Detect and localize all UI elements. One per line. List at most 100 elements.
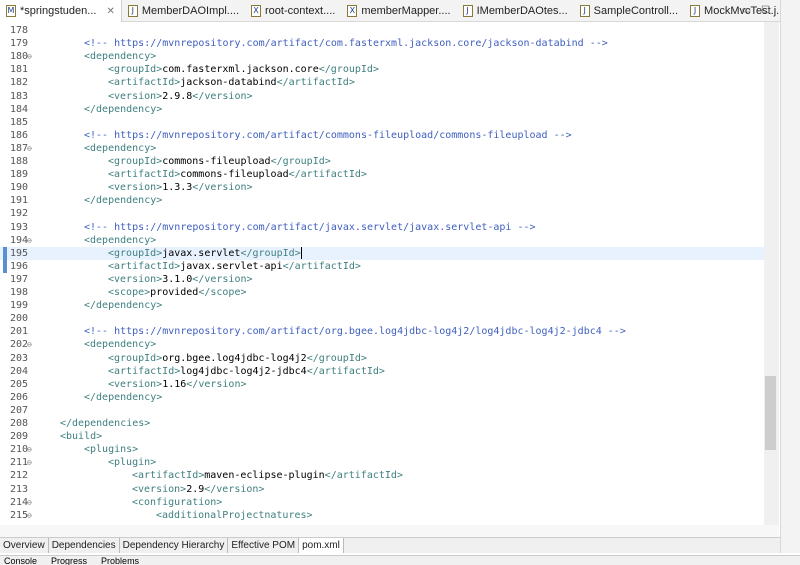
code-line: 189 <artifactId>commons-fileupload</artif… (0, 168, 764, 181)
maximize-icon[interactable]: ☐ (761, 5, 770, 16)
editor-tab[interactable]: M *springstuden... ✕ (0, 0, 122, 22)
code-line: 212 <artifactId>maven-eclipse-plugin</art… (0, 469, 764, 482)
code-text: </dependency> (84, 299, 162, 312)
code-line: 198 <scope>provided</scope> (0, 286, 764, 299)
view-tab-problems[interactable]: Problems (101, 556, 139, 565)
text-value: 1.16 (162, 378, 187, 390)
line-number: 195 (10, 247, 29, 259)
line-number: 186 (10, 129, 29, 141)
code-line: 181 <groupId>com.fasterxml.jackson.core</… (0, 63, 764, 76)
fold-icon[interactable]: ⊖ (27, 50, 32, 63)
fold-icon[interactable]: ⊖ (27, 443, 32, 456)
code-text: <additionalProjectnatures> (156, 509, 313, 522)
line-number: 210 (10, 444, 29, 456)
xml-tag: <groupId> (108, 64, 163, 76)
xml-tag: <artifactId> (132, 470, 205, 482)
vertical-scrollbar[interactable] (764, 22, 779, 525)
code-line: 178 (0, 24, 764, 37)
xml-tag: <artifactId> (108, 169, 181, 181)
code-text: <version>1.16</version> (108, 378, 247, 391)
scrollbar-thumb[interactable] (765, 376, 776, 450)
code-text: <groupId>com.fasterxml.jackson.core</gro… (108, 63, 379, 76)
line-number: 205 (10, 378, 29, 390)
code-line: 180 ⊖ <dependency> (0, 50, 764, 63)
code-text: </dependency> (84, 194, 162, 207)
tab-label: MemberDAOImpl.... (141, 5, 240, 17)
horizontal-scrollbar[interactable] (0, 525, 779, 537)
comment: <!-- https://mvnrepository.com/artifact/… (84, 326, 626, 338)
tab-dependencies[interactable]: Dependencies (49, 538, 120, 553)
fold-icon[interactable]: ⊖ (27, 234, 32, 247)
text-value: commons-fileupload (162, 156, 271, 167)
code-line: 194 ⊖ <dependency> (0, 234, 764, 247)
editor-tab[interactable]: J MemberDAOImpl.... (122, 0, 245, 22)
window-controls: ▭ ☐ (742, 5, 770, 16)
code-line: 184 </dependency> (0, 103, 764, 116)
view-tab-progress[interactable]: Progress (51, 556, 87, 565)
code-line: 185 (0, 116, 764, 129)
line-number: 189 (10, 169, 29, 181)
line-number: 214 (10, 496, 29, 508)
code-line: 209 <build> (0, 430, 764, 443)
pom-editor-tabs: Overview Dependencies Dependency Hierarchy… (0, 537, 780, 553)
code-text: <version>2.9.8</version> (108, 90, 253, 103)
code-line: 208 </dependencies> (0, 417, 764, 430)
editor-tab[interactable]: Xroot-context.... (245, 0, 341, 22)
minimize-icon[interactable]: ▭ (742, 5, 751, 16)
code-line: 195 <groupId>javax.servlet</groupId> (0, 246, 764, 260)
line-number: 208 (10, 418, 29, 429)
code-text: <version>3.1.0</version> (108, 273, 253, 286)
code-text: <configuration> (132, 496, 222, 509)
xml-tag: <version> (108, 90, 163, 102)
file-icon: J (127, 5, 138, 17)
line-number: 199 (10, 300, 29, 312)
tab-dependency-hierarchy[interactable]: Dependency Hierarchy (120, 538, 229, 553)
xml-tag: </dependency> (84, 103, 163, 115)
line-number: 202 (10, 339, 29, 351)
fold-icon[interactable]: ⊖ (27, 338, 32, 351)
line-number: 183 (10, 90, 29, 102)
tab-label: IMemberDAOtes... (476, 5, 568, 17)
xml-tag: <groupId> (108, 156, 163, 167)
change-marker (3, 259, 7, 273)
editor-tab[interactable]: J MockMvcTest.j... (684, 0, 791, 22)
tab-label: *springstuden... (20, 5, 97, 17)
file-icon: X (347, 5, 358, 17)
code-editor[interactable]: 178 179 <!-- https://mvnrepository.com/art… (0, 22, 764, 525)
tab-effective-pom[interactable]: Effective POM (228, 538, 300, 553)
fold-icon[interactable]: ⊖ (27, 509, 32, 522)
xml-tag: </dependency> (84, 391, 163, 403)
editor-tab[interactable]: J IMemberDAOtes... (457, 0, 574, 22)
code-text: <artifactId>maven-eclipse-plugin</artifa… (132, 469, 403, 482)
tab-overview[interactable]: Overview (0, 538, 49, 553)
xml-tag: <groupId> (108, 352, 163, 364)
code-text: <version>2.9</version> (132, 483, 264, 496)
code-line: 183 <version>2.9.8</version> (0, 90, 764, 103)
code-text: <plugin> (108, 456, 156, 469)
line-number: 179 (10, 38, 29, 50)
xml-tag: <plugin> (108, 457, 157, 469)
text-value: com.fasterxml.jackson.core (162, 64, 319, 76)
line-number: 203 (10, 352, 29, 364)
fold-icon[interactable]: ⊖ (27, 456, 32, 469)
xml-tag: </groupId> (270, 156, 331, 167)
close-icon[interactable]: ✕ (106, 6, 114, 17)
fold-icon[interactable]: ⊖ (27, 142, 32, 155)
view-tab-console[interactable]: Console (4, 556, 37, 565)
xml-tag: </version> (192, 273, 253, 285)
tab-pom-xml[interactable]: pom.xml (299, 538, 344, 553)
code-text: <scope>provided</scope> (108, 286, 247, 299)
editor-tab[interactable]: XmemberMapper.... (341, 0, 456, 22)
line-number: 184 (10, 103, 29, 115)
line-number: 191 (10, 195, 29, 207)
code-line: 193 <!-- https://mvnrepository.com/artifa… (0, 221, 764, 234)
xml-tag: </scope> (198, 287, 247, 298)
xml-tag: <dependency> (84, 339, 157, 351)
xml-tag: <artifactId> (108, 77, 181, 89)
fold-icon[interactable]: ⊖ (27, 496, 32, 509)
code-line: 202 ⊖ <dependency> (0, 338, 764, 351)
editor-tab[interactable]: J SampleControll... (574, 0, 684, 22)
tab-label: root-context.... (265, 5, 336, 17)
code-line: 206 </dependency> (0, 391, 764, 404)
code-text: <plugins> (84, 443, 138, 456)
